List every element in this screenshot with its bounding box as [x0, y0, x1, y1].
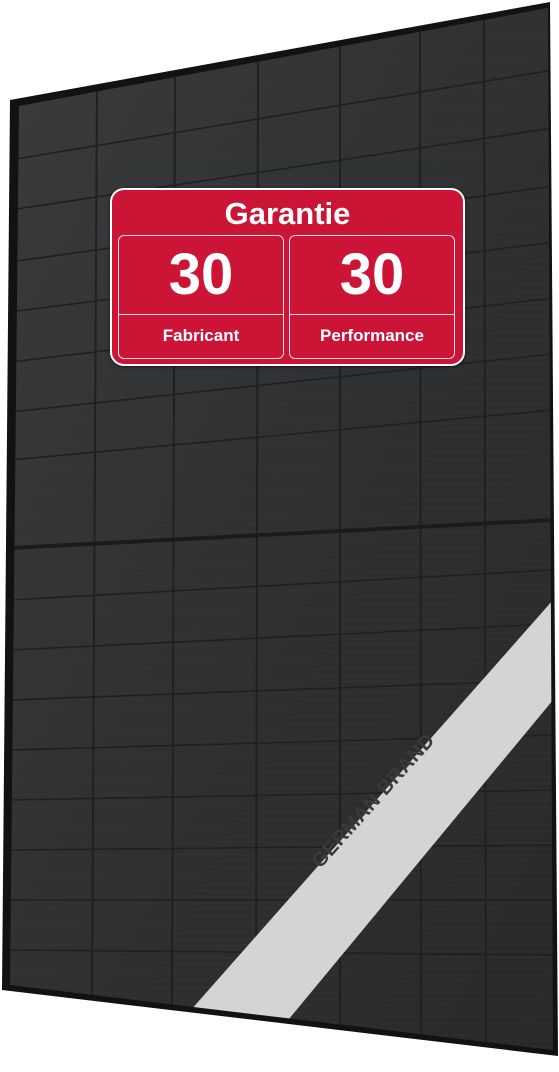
performance-warranty: 30 Performance [289, 235, 455, 359]
warranty-badge: Garantie 30 Fabricant 30 Performance [110, 188, 465, 366]
manufacturer-warranty: 30 Fabricant [118, 235, 284, 359]
performance-years: 30 [339, 242, 405, 307]
manufacturer-years: 30 [168, 242, 234, 307]
manufacturer-label: Fabricant [162, 326, 240, 345]
performance-label: Performance [320, 326, 424, 345]
solar-panel-scene: GERMAN BRAND [2, 2, 558, 1056]
badge-title: Garantie [224, 196, 351, 231]
